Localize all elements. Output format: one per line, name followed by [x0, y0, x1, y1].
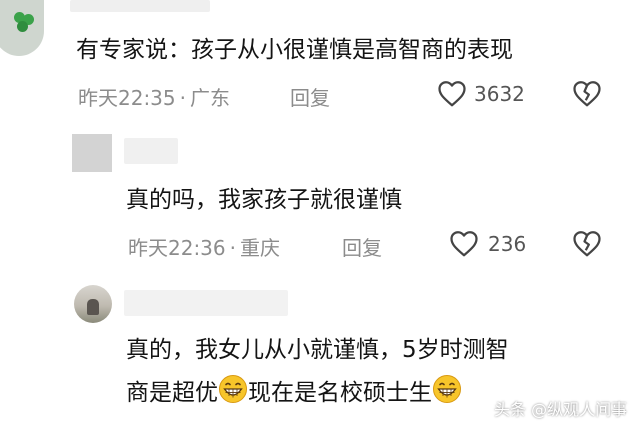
avatar-commenter-1[interactable]: [0, 0, 44, 56]
avatar-commenter-3[interactable]: [74, 285, 112, 323]
comment-1-location: 广东: [190, 86, 230, 110]
comment-2-location: 重庆: [240, 236, 280, 260]
commenter-1-name[interactable]: [70, 0, 210, 12]
broken-heart-icon[interactable]: [572, 80, 602, 108]
comment-1-reply-button[interactable]: 回复: [290, 82, 330, 111]
comment-3-text-line-2a: 商是超优: [126, 380, 218, 406]
watermark-handle: @纵观人间事: [531, 400, 628, 419]
comment-3-text-line-2: 商是超优 现在是名校硕士生: [126, 374, 462, 415]
comment-1-like-count: 3632: [474, 82, 525, 106]
grinning-face-icon: [218, 374, 248, 415]
commenter-2-name[interactable]: [124, 138, 178, 164]
comment-3-text-line-1: 真的，我女儿从小就谨慎，5岁时测智: [126, 337, 509, 363]
comment-2-time: 昨天22:36: [128, 236, 226, 260]
heart-outline-icon[interactable]: [437, 80, 467, 108]
watermark-brand: 头条: [494, 400, 527, 419]
comment-2-like-count: 236: [488, 232, 527, 256]
comment-1-time: 昨天22:35: [78, 86, 176, 110]
comment-2-text: 真的吗，我家孩子就很谨慎: [126, 187, 402, 213]
comment-2-meta: 昨天22:36 · 重庆: [128, 232, 280, 261]
watermark: 头条 @纵观人间事: [494, 396, 627, 420]
comment-2-reply-button[interactable]: 回复: [342, 232, 382, 261]
comment-1-meta: 昨天22:35 · 广东: [78, 82, 230, 111]
commenter-3-name[interactable]: [124, 290, 288, 316]
meta-separator: ·: [179, 86, 186, 110]
meta-separator: ·: [229, 236, 236, 260]
comment-1-text: 有专家说：孩子从小很谨慎是高智商的表现: [76, 37, 513, 63]
avatar-commenter-2[interactable]: [72, 134, 112, 172]
comment-3-text-line-2b: 现在是名校硕士生: [248, 380, 432, 406]
heart-outline-icon[interactable]: [449, 230, 479, 258]
clover-avatar-icon: [12, 12, 36, 34]
broken-heart-icon[interactable]: [572, 230, 602, 258]
grinning-face-icon: [432, 374, 462, 415]
